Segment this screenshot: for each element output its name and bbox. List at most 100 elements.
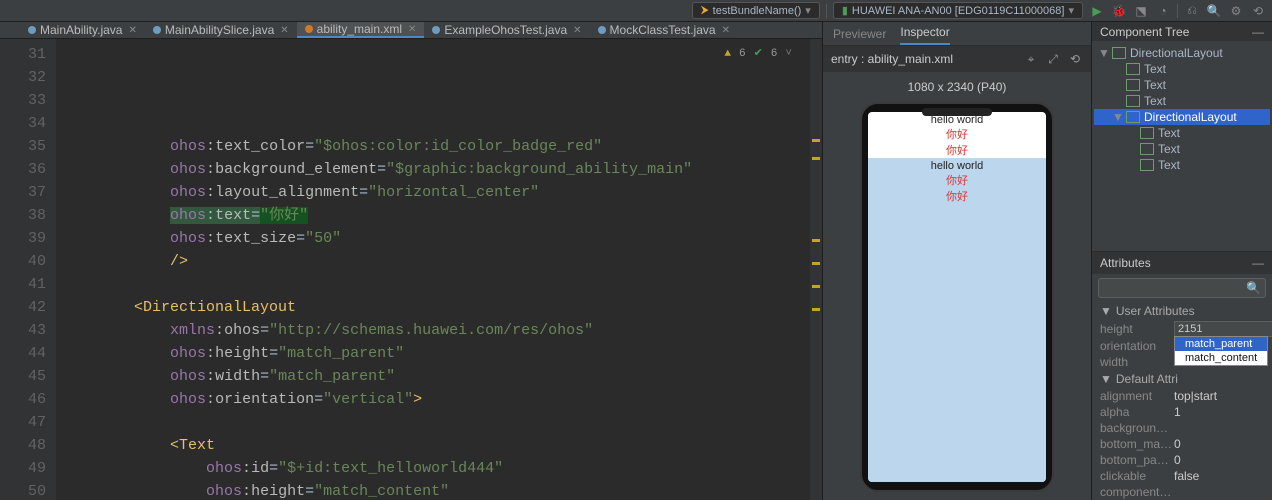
zoom-icon[interactable]: ⤢ (1045, 51, 1061, 67)
tab-previewer[interactable]: Previewer (833, 27, 886, 45)
expand-icon[interactable] (1112, 94, 1122, 108)
attr-row[interactable]: bottom_pad…0 (1092, 452, 1272, 468)
tree-node[interactable]: Text (1094, 93, 1270, 109)
entry-label: entry : ability_main.xml (831, 52, 953, 66)
preview-text: hello world (868, 160, 1046, 172)
run-button[interactable]: ▶ (1089, 3, 1105, 19)
run-configuration[interactable]: ⮞ testBundleName() ▾ (692, 2, 820, 19)
close-icon[interactable]: ✕ (280, 25, 288, 36)
device-screen[interactable]: hello world 你好 你好 hello world 你好 你好 (868, 112, 1046, 482)
device-selector[interactable]: ▮ HUAWEI ANA-AN00 [EDG0119C11000068] ▾ (833, 2, 1083, 19)
attr-row[interactable]: bottom_mar…0 (1092, 436, 1272, 452)
component-icon (1126, 95, 1140, 107)
close-icon[interactable]: ✕ (408, 24, 416, 35)
separator (1177, 4, 1178, 18)
preview-text: 你好 (868, 188, 1046, 204)
file-icon (153, 26, 161, 34)
attr-row[interactable]: clickablefalse (1092, 468, 1272, 484)
device-label: HUAWEI ANA-AN00 [EDG0119C11000068] (852, 5, 1065, 17)
tree-node-label: Text (1158, 158, 1180, 172)
sync-button[interactable]: ⟲ (1250, 3, 1266, 19)
warning-icon: ▲ (724, 43, 731, 66)
editor-tab[interactable]: MockClassTest.java✕ (590, 22, 738, 38)
attr-value: top|start (1174, 389, 1264, 403)
warning-count: 6 (739, 43, 746, 66)
profile-button[interactable]: ◔ (1155, 3, 1171, 19)
close-icon[interactable]: ✕ (573, 25, 581, 36)
inspection-bar[interactable]: ▲6 ✔6 ˅ (724, 43, 792, 66)
expand-icon[interactable] (1126, 126, 1136, 140)
suggest-item[interactable]: match_content (1175, 351, 1267, 365)
tree-node[interactable]: ▼ DirectionalLayout (1094, 45, 1270, 61)
editor-tab[interactable]: MainAbility.java✕ (20, 22, 145, 38)
tree-node-label: Text (1144, 78, 1166, 92)
preview-body: 1080 x 2340 (P40) hello world 你好 你好 hell… (823, 72, 1091, 500)
editor-tab[interactable]: ExampleOhosTest.java ✕ (424, 22, 589, 38)
tree-node-label: DirectionalLayout (1130, 46, 1223, 60)
component-tree[interactable]: ▼DirectionalLayout Text Text Text▼Direct… (1092, 41, 1272, 251)
vcs-button[interactable]: ⎌ (1184, 3, 1200, 19)
expand-icon[interactable] (1126, 158, 1136, 172)
attr-row[interactable]: alignmenttop|start (1092, 388, 1272, 404)
search-button[interactable]: 🔍 (1206, 3, 1222, 19)
attributes-search[interactable]: 🔍 (1098, 278, 1266, 298)
attributes-search-input[interactable] (1103, 282, 1246, 294)
expand-icon[interactable]: ▼ (1098, 46, 1108, 60)
tree-node-label: Text (1144, 94, 1166, 108)
expand-icon[interactable] (1126, 142, 1136, 156)
preview-text: hello world (868, 114, 1046, 126)
tree-node[interactable]: Text (1094, 61, 1270, 77)
attr-key: alpha (1100, 405, 1174, 419)
settings-button[interactable]: ⚙ (1228, 3, 1244, 19)
group-default[interactable]: ▼Default Attri (1092, 370, 1272, 388)
tree-node[interactable]: Text (1094, 141, 1270, 157)
coverage-button[interactable]: ⬔ (1133, 3, 1149, 19)
file-icon (305, 25, 313, 33)
minimize-icon[interactable]: — (1252, 25, 1264, 39)
tab-label: ExampleOhosTest.java (444, 23, 567, 37)
attributes-title: Attributes (1100, 256, 1151, 270)
tree-node[interactable]: Text (1094, 157, 1270, 173)
tab-inspector[interactable]: Inspector (900, 25, 949, 45)
expand-icon[interactable] (1112, 62, 1122, 76)
attr-key: height (1100, 322, 1174, 336)
marker-bar[interactable] (810, 39, 822, 500)
right-panel: Component Tree — ▼ DirectionalLayout Text… (1092, 22, 1272, 500)
preview-block-1: hello world 你好 你好 (868, 112, 1046, 158)
editor-tab[interactable]: MainAbilitySlice.java✕ (145, 22, 297, 38)
attr-row[interactable]: background… (1092, 420, 1272, 436)
close-icon[interactable]: ✕ (722, 25, 730, 36)
tree-node-label: DirectionalLayout (1144, 110, 1237, 124)
debug-button[interactable]: 🐞 (1111, 3, 1127, 19)
attr-key: width (1100, 355, 1174, 369)
tree-node-label: Text (1158, 142, 1180, 156)
attr-row[interactable]: alpha1 (1092, 404, 1272, 420)
attr-row[interactable]: heightmatch_parentmatch_content (1092, 320, 1272, 338)
expand-icon[interactable]: ▼ (1112, 110, 1122, 124)
search-icon: 🔍 (1246, 281, 1261, 295)
tree-node[interactable]: ▼ DirectionalLayout (1094, 109, 1270, 125)
tree-node[interactable]: Text (1094, 125, 1270, 141)
attr-value: false (1174, 469, 1264, 483)
code-area[interactable]: 3132333435363738394041424344454647484950… (0, 39, 822, 500)
expand-icon[interactable] (1112, 78, 1122, 92)
code-completion[interactable]: match_parentmatch_content (1174, 336, 1268, 366)
suggest-item[interactable]: match_parent (1175, 337, 1267, 351)
minimize-icon[interactable]: — (1252, 256, 1264, 270)
component-tree-title: Component Tree (1100, 25, 1189, 39)
dropdown-icon: ▾ (805, 4, 811, 17)
refresh-icon[interactable]: ⟲ (1067, 51, 1083, 67)
code[interactable]: ▲6 ✔6 ˅ ohos:text_color="$ohos:color:id_… (56, 39, 822, 500)
component-icon (1140, 127, 1154, 139)
tree-node[interactable]: Text (1094, 77, 1270, 93)
file-icon (28, 26, 36, 34)
chevron-down-icon: ▼ (1100, 372, 1112, 386)
device-frame: hello world 你好 你好 hello world 你好 你好 (860, 102, 1054, 492)
attr-value-input[interactable] (1174, 321, 1272, 337)
locate-icon[interactable]: ⌖ (1023, 51, 1039, 67)
close-icon[interactable]: ✕ (128, 25, 136, 36)
group-user[interactable]: ▼User Attributes (1092, 302, 1272, 320)
editor-tab[interactable]: ability_main.xml✕ (297, 22, 425, 38)
attr-row[interactable]: component_… (1092, 484, 1272, 500)
editor-pane: MainAbility.java✕MainAbilitySlice.java✕a… (0, 22, 822, 500)
